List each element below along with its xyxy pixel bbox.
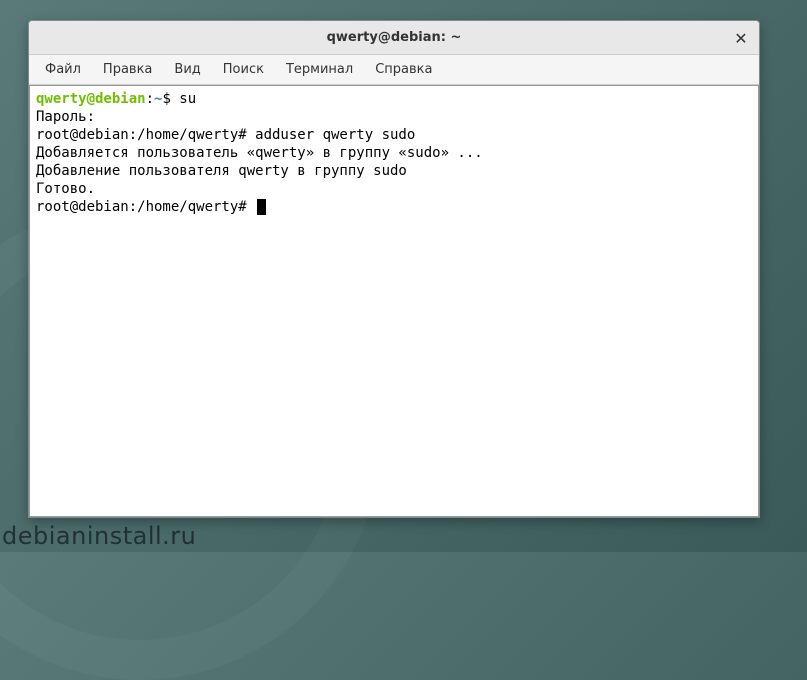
prompt-user: qwerty@debian xyxy=(36,91,146,107)
menu-terminal[interactable]: Терминал xyxy=(276,58,363,81)
close-icon[interactable]: ✕ xyxy=(731,28,751,48)
menu-help[interactable]: Справка xyxy=(365,58,442,81)
titlebar: qwerty@debian: ~ ✕ xyxy=(29,21,759,55)
prompt-root: root@debian:/home/qwerty# xyxy=(36,199,255,215)
output-line: Готово. xyxy=(36,181,95,197)
menu-file[interactable]: Файл xyxy=(35,58,91,81)
prompt-colon: : xyxy=(146,91,154,107)
watermark-text: debianinstall.ru xyxy=(2,522,196,550)
menu-edit[interactable]: Правка xyxy=(93,58,162,81)
terminal-window: qwerty@debian: ~ ✕ Файл Правка Вид Поиск… xyxy=(28,20,760,518)
window-title: qwerty@debian: ~ xyxy=(327,30,462,45)
cursor-icon xyxy=(257,199,266,215)
menu-view[interactable]: Вид xyxy=(164,58,210,81)
menu-search[interactable]: Поиск xyxy=(213,58,274,81)
output-line: Добавляется пользователь «qwerty» в груп… xyxy=(36,145,483,161)
output-line: Добавление пользователя qwerty в группу … xyxy=(36,163,407,179)
terminal-output[interactable]: qwerty@debian:~$ su Пароль: root@debian:… xyxy=(29,85,759,517)
output-line: Пароль: xyxy=(36,109,95,125)
menubar: Файл Правка Вид Поиск Терминал Справка xyxy=(29,55,759,85)
output-line: root@debian:/home/qwerty# adduser qwerty… xyxy=(36,127,415,143)
prompt-cmd: $ su xyxy=(162,91,196,107)
